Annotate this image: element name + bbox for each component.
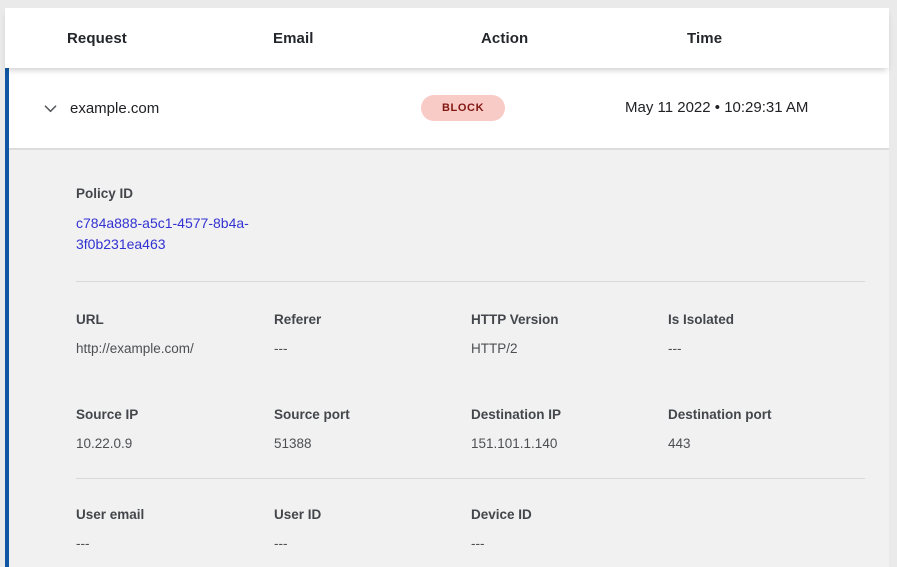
time-cell: May 11 2022 • 10:29:31 AM bbox=[625, 96, 811, 120]
field-label: URL bbox=[76, 310, 274, 330]
column-header-time: Time bbox=[687, 30, 889, 47]
field-label: User email bbox=[76, 505, 274, 525]
table-row[interactable]: example.com BLOCK May 11 2022 • 10:29:31… bbox=[9, 68, 889, 148]
field-label: HTTP Version bbox=[471, 310, 668, 330]
column-header-action: Action bbox=[481, 30, 687, 47]
action-cell: BLOCK bbox=[419, 95, 625, 121]
request-domain: example.com bbox=[70, 100, 159, 117]
field-value: 151.101.1.140 bbox=[471, 434, 668, 454]
detail-panel: Policy ID c784a888-a5c1-4577-8b4a-3f0b23… bbox=[9, 148, 889, 567]
column-header-email: Email bbox=[273, 30, 481, 47]
user-fields-row: User email --- User ID --- Device ID --- bbox=[76, 505, 865, 554]
field-value: --- bbox=[471, 534, 668, 554]
request-cell: example.com bbox=[9, 100, 211, 117]
field-label: Destination IP bbox=[471, 405, 668, 425]
field-value: HTTP/2 bbox=[471, 339, 668, 359]
section-divider bbox=[76, 478, 865, 479]
section-divider bbox=[76, 281, 865, 282]
field-value: --- bbox=[668, 339, 865, 359]
column-header-request: Request bbox=[67, 30, 273, 47]
field-value: 10.22.0.9 bbox=[76, 434, 274, 454]
block-status-badge: BLOCK bbox=[421, 95, 505, 121]
http-fields-row-1: URL http://example.com/ Referer --- HTTP… bbox=[76, 310, 865, 359]
field-is-isolated: Is Isolated --- bbox=[668, 310, 865, 359]
field-user-email: User email --- bbox=[76, 505, 274, 554]
log-viewer-page: Request Email Action Time example.com BL… bbox=[0, 0, 897, 567]
policy-id-label: Policy ID bbox=[76, 184, 865, 204]
field-empty bbox=[668, 505, 865, 554]
field-url: URL http://example.com/ bbox=[76, 310, 274, 359]
log-table-card: Request Email Action Time example.com BL… bbox=[5, 8, 889, 567]
field-value: --- bbox=[274, 339, 471, 359]
field-value: --- bbox=[76, 534, 274, 554]
field-user-id: User ID --- bbox=[274, 505, 471, 554]
field-value: 51388 bbox=[274, 434, 471, 454]
field-label: Destination port bbox=[668, 405, 865, 425]
field-http-version: HTTP Version HTTP/2 bbox=[471, 310, 668, 359]
field-value: 443 bbox=[668, 434, 865, 454]
field-label: Referer bbox=[274, 310, 471, 330]
field-value: http://example.com/ bbox=[76, 339, 274, 359]
field-label: Device ID bbox=[471, 505, 668, 525]
field-value: --- bbox=[274, 534, 471, 554]
field-source-ip: Source IP 10.22.0.9 bbox=[76, 405, 274, 454]
field-label: User ID bbox=[274, 505, 471, 525]
field-label: Source port bbox=[274, 405, 471, 425]
table-header: Request Email Action Time bbox=[5, 8, 889, 68]
policy-id-section: Policy ID c784a888-a5c1-4577-8b4a-3f0b23… bbox=[76, 184, 865, 255]
field-source-port: Source port 51388 bbox=[274, 405, 471, 454]
policy-id-link[interactable]: c784a888-a5c1-4577-8b4a-3f0b231ea463 bbox=[76, 213, 271, 255]
chevron-down-icon[interactable] bbox=[42, 100, 59, 117]
field-destination-port: Destination port 443 bbox=[668, 405, 865, 454]
field-referer: Referer --- bbox=[274, 310, 471, 359]
field-label: Is Isolated bbox=[668, 310, 865, 330]
field-destination-ip: Destination IP 151.101.1.140 bbox=[471, 405, 668, 454]
expanded-row-container: example.com BLOCK May 11 2022 • 10:29:31… bbox=[5, 68, 889, 567]
field-label: Source IP bbox=[76, 405, 274, 425]
http-fields-row-2: Source IP 10.22.0.9 Source port 51388 De… bbox=[76, 405, 865, 454]
field-device-id: Device ID --- bbox=[471, 505, 668, 554]
